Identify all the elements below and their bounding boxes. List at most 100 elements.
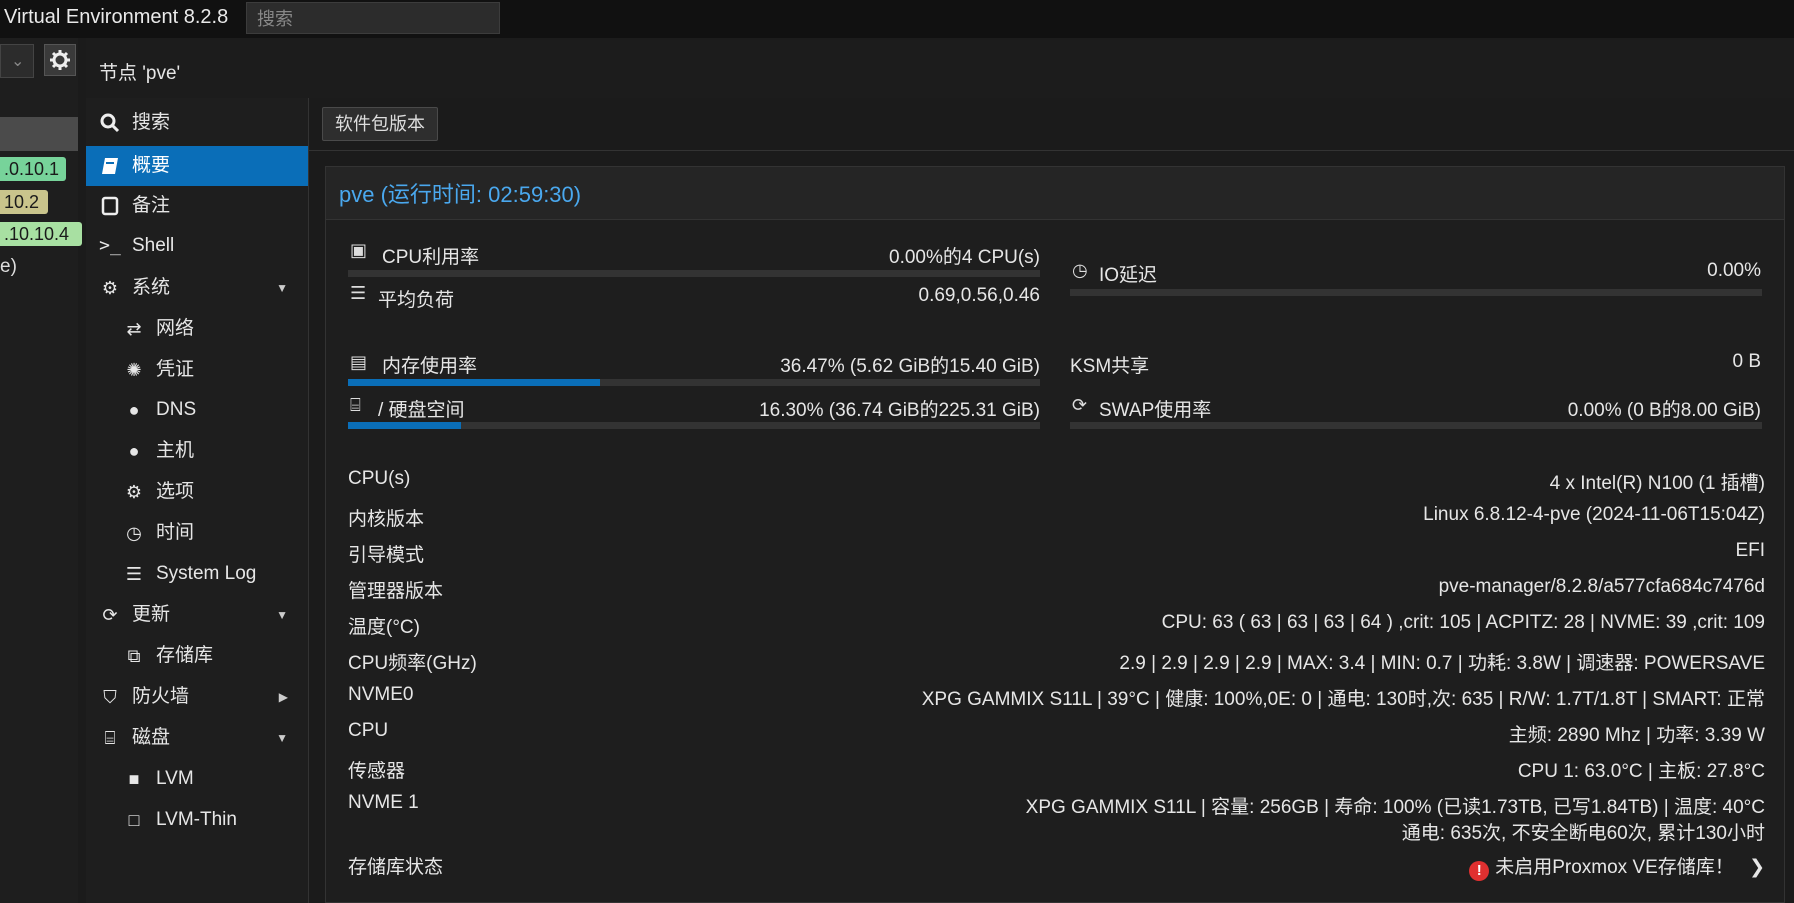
nav-item-options[interactable]: ⚙ 选项 (86, 472, 308, 512)
search-input[interactable]: 搜索 (246, 2, 500, 34)
nav-item-firewall[interactable]: ⛉ 防火墙 ▶ (86, 677, 308, 717)
cogs-icon: ⚙ (101, 278, 119, 298)
ksm-sharing-value: 0 B (1732, 351, 1761, 372)
square-outline-icon: □ (128, 810, 140, 830)
info-label: 引导模式 (348, 545, 425, 566)
load-average-label: 平均负荷 (378, 290, 455, 311)
memory-usage-value: 36.47% (5.62 GiB的15.40 GiB) (780, 356, 1040, 377)
hdd-icon: ⌸ (350, 395, 361, 415)
ksm-sharing-label: KSM共享 (1070, 356, 1150, 377)
memory-usage-bar-fill (348, 379, 601, 386)
nav-item-repositories[interactable]: ⧉ 存储库 (86, 636, 308, 676)
disk-space-value: 16.30% (36.74 GiB的225.31 GiB) (759, 400, 1040, 421)
caret-right-icon[interactable]: ▶ (279, 677, 288, 717)
nav-item-time[interactable]: ◷ 时间 (86, 513, 308, 553)
refresh-icon: ⟳ (102, 605, 118, 625)
nav-item-updates[interactable]: ⟳ 更新 ▼ (86, 595, 308, 635)
nav-item-dns[interactable]: ● DNS (86, 390, 308, 430)
nav-item-notes[interactable]: 备注 (86, 186, 308, 226)
cpu-usage-label: CPU利用率 (382, 247, 480, 268)
copy-icon: ⧉ (127, 646, 141, 666)
tree-item-label[interactable]: e) (0, 256, 17, 278)
node-header (86, 38, 1794, 99)
tree-settings-button[interactable] (44, 44, 76, 76)
globe-icon: ● (128, 441, 140, 461)
nav-item-search[interactable]: 搜索 (86, 103, 308, 143)
info-value-line2: 通电: 635次, 不安全断电60次, 累计130小时 (1401, 823, 1765, 844)
exclamation-circle-icon: ! (1469, 861, 1490, 881)
info-label: 存储库状态 (348, 857, 444, 878)
info-label: CPU (348, 720, 389, 741)
view-selector[interactable]: ⌄ (0, 44, 34, 78)
info-label: CPU(s) (348, 468, 411, 489)
info-value: 2.9 | 2.9 | 2.9 | 2.9 | MAX: 3.4 | MIN: … (1119, 653, 1765, 674)
certificate-icon: ✺ (126, 360, 142, 380)
info-value: 主频: 2890 Mhz | 功率: 3.39 W (1508, 725, 1765, 746)
info-label: 管理器版本 (348, 581, 444, 602)
list-icon: ☰ (125, 564, 143, 584)
tree-tag[interactable]: 10.2 (0, 190, 48, 214)
io-delay-bar (1070, 289, 1762, 296)
tasks-icon: ☰ (350, 283, 367, 303)
app-title: Virtual Environment 8.2.8 (4, 6, 229, 28)
clock-icon: ◷ (1072, 260, 1088, 280)
load-average-value: 0.69,0.56,0.46 (918, 285, 1041, 306)
swap-usage-value: 0.00% (0 B的8.00 GiB) (1567, 400, 1761, 421)
info-value: CPU: 63 ( 63 | 63 | 63 | 64 ) ,crit: 105… (1161, 612, 1765, 633)
hdd-icon: ⌸ (104, 728, 116, 748)
swap-usage-label: SWAP使用率 (1099, 400, 1212, 421)
info-label: CPU频率(GHz) (348, 653, 477, 674)
toolbar-divider (309, 150, 1794, 151)
square-icon: ■ (128, 769, 140, 789)
cpu-usage-value: 0.00%的4 CPU(s) (889, 247, 1040, 268)
disk-space-label: / 硬盘空间 (378, 400, 465, 421)
repository-status-text: 未启用Proxmox VE存储库！ (1495, 857, 1734, 878)
terminal-icon: >_ (99, 235, 121, 256)
clock-icon: ◷ (126, 523, 142, 543)
info-value: pve-manager/8.2.8/a577cfa684c7476d (1438, 576, 1765, 597)
chevron-down-icon: ⌄ (11, 53, 25, 70)
memory-usage-label: 内存使用率 (382, 356, 478, 377)
tree-tag[interactable]: .10.10.4 (0, 222, 82, 246)
nav-item-system-log[interactable]: ☰ System Log (86, 554, 308, 594)
nav-item-certificates[interactable]: ✺ 凭证 (86, 350, 308, 390)
info-label: NVME 1 (348, 792, 419, 813)
repository-status[interactable]: ! 未启用Proxmox VE存储库！ ❯ (1469, 852, 1765, 881)
swap-usage-bar (1070, 422, 1762, 429)
gear-icon (50, 50, 70, 70)
info-value: 4 x Intel(R) N100 (1 插槽) (1549, 473, 1765, 494)
nav-item-disks[interactable]: ⌸ 磁盘 ▼ (86, 718, 308, 758)
memory-icon: ▤ (350, 352, 368, 372)
info-label: 内核版本 (348, 509, 425, 530)
info-value: EFI (1735, 540, 1765, 561)
io-delay-label: IO延迟 (1099, 265, 1158, 286)
memory-usage-bar (348, 379, 1040, 386)
panel-title: pve (运行时间: 02:59:30) (339, 182, 582, 207)
disk-space-bar-fill (348, 422, 461, 429)
nav-item-lvm[interactable]: ■ LVM (86, 759, 308, 799)
shield-icon: ⛉ (103, 687, 117, 707)
nav-item-system[interactable]: ⚙ 系统 ▼ (86, 268, 308, 308)
nav-item-shell[interactable]: >_ Shell (86, 226, 308, 266)
tree-item-selected[interactable] (0, 117, 78, 151)
chevron-right-icon[interactable]: ❯ (1749, 857, 1765, 878)
node-title: 节点 'pve' (99, 63, 181, 84)
caret-down-icon[interactable]: ▼ (276, 595, 288, 635)
caret-down-icon[interactable]: ▼ (276, 268, 288, 308)
io-delay-value: 0.00% (1707, 260, 1761, 281)
cpu-icon: ▣ (350, 240, 368, 260)
info-value: CPU 1: 63.0°C | 主板: 27.8°C (1517, 761, 1765, 782)
tree-tag[interactable]: .0.10.1 (0, 157, 66, 181)
caret-down-icon[interactable]: ▼ (276, 718, 288, 758)
info-label: 传感器 (348, 761, 406, 782)
nav-item-summary[interactable]: 概要 (86, 146, 308, 186)
nav-item-hosts[interactable]: ● 主机 (86, 431, 308, 471)
globe-icon: ● (128, 400, 140, 420)
nav-item-network[interactable]: ⇄ 网络 (86, 309, 308, 349)
package-versions-button[interactable]: 软件包版本 (322, 107, 438, 141)
info-value: Linux 6.8.12-4-pve (2024-11-06T15:04Z) (1423, 504, 1765, 525)
gear-icon: ⚙ (125, 482, 143, 502)
nav-item-lvm-thin[interactable]: □ LVM-Thin (86, 800, 308, 840)
disk-space-bar (348, 422, 1040, 429)
refresh-icon: ⟳ (1072, 395, 1088, 415)
